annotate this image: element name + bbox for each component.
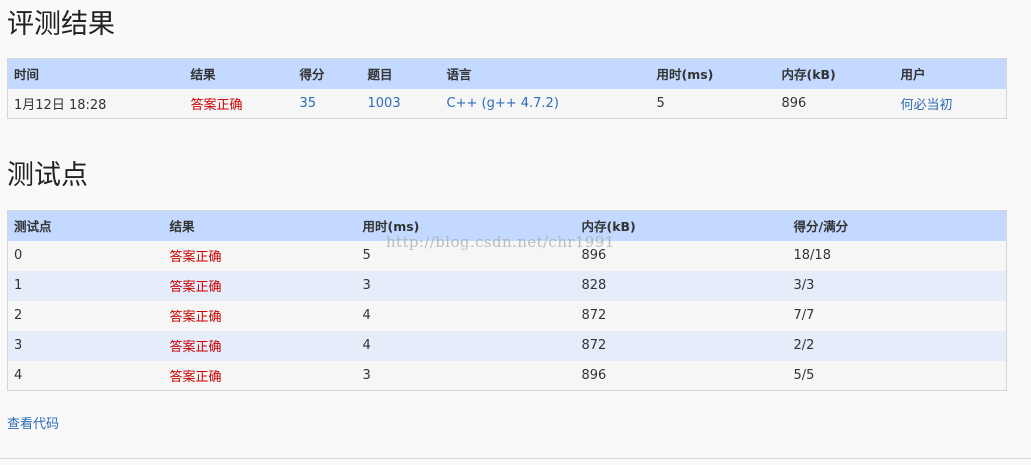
case-score: 18/18 bbox=[787, 240, 1007, 271]
bottom-divider bbox=[0, 458, 1031, 459]
col-header-score: 得分 bbox=[293, 58, 362, 89]
case-time: 3 bbox=[356, 360, 576, 391]
table-row: 4 答案正确 3 896 5/5 bbox=[7, 360, 1007, 391]
case-result: 答案正确 bbox=[163, 270, 357, 301]
case-score: 7/7 bbox=[787, 300, 1007, 331]
case-score: 2/2 bbox=[787, 330, 1007, 361]
table-row: 1 答案正确 3 828 3/3 bbox=[7, 270, 1007, 301]
case-score: 5/5 bbox=[787, 360, 1007, 391]
case-memory: 872 bbox=[575, 330, 788, 361]
case-memory: 872 bbox=[575, 300, 788, 331]
case-memory: 896 bbox=[575, 360, 788, 391]
case-score: 3/3 bbox=[787, 270, 1007, 301]
col-header-case-memory: 内存(kB) bbox=[575, 210, 788, 241]
col-header-case-result: 结果 bbox=[163, 210, 357, 241]
language-link[interactable]: C++ (g++ 4.7.2) bbox=[447, 96, 559, 111]
problem-link[interactable]: 1003 bbox=[368, 96, 401, 111]
case-time: 3 bbox=[356, 270, 576, 301]
col-header-memory: 内存(kB) bbox=[775, 58, 895, 89]
col-header-time: 时间 bbox=[7, 58, 185, 89]
col-header-user: 用户 bbox=[894, 58, 1007, 89]
case-result: 答案正确 bbox=[163, 240, 357, 271]
memory-usage: 896 bbox=[775, 88, 895, 119]
case-id: 0 bbox=[7, 240, 164, 271]
result-row: 1月12日 18:28 答案正确 35 1003 C++ (g++ 4.7.2)… bbox=[7, 88, 1007, 119]
page: 评测结果 时间 结果 得分 题目 语言 用时(ms) 内存(kB) 用户 1月1… bbox=[0, 0, 1031, 465]
table-row: 2 答案正确 4 872 7/7 bbox=[7, 300, 1007, 331]
case-result: 答案正确 bbox=[163, 360, 357, 391]
view-code-link[interactable]: 查看代码 bbox=[7, 413, 59, 432]
case-id: 1 bbox=[7, 270, 164, 301]
case-result: 答案正确 bbox=[163, 330, 357, 361]
score-link[interactable]: 35 bbox=[300, 96, 317, 111]
run-time: 5 bbox=[650, 88, 776, 119]
cases-header-row: 测试点 结果 用时(ms) 内存(kB) 得分/满分 bbox=[7, 210, 1007, 241]
result-table: 时间 结果 得分 题目 语言 用时(ms) 内存(kB) 用户 1月12日 18… bbox=[7, 58, 1007, 119]
case-time: 4 bbox=[356, 330, 576, 361]
case-result: 答案正确 bbox=[163, 300, 357, 331]
col-header-case-time: 用时(ms) bbox=[356, 210, 576, 241]
case-id: 3 bbox=[7, 330, 164, 361]
col-header-language: 语言 bbox=[440, 58, 651, 89]
result-section-title: 评测结果 bbox=[7, 9, 115, 40]
case-id: 2 bbox=[7, 300, 164, 331]
case-time: 4 bbox=[356, 300, 576, 331]
case-memory: 828 bbox=[575, 270, 788, 301]
col-header-result: 结果 bbox=[184, 58, 294, 89]
submit-time: 1月12日 18:28 bbox=[7, 88, 185, 119]
cases-section-title: 测试点 bbox=[7, 160, 88, 191]
col-header-case: 测试点 bbox=[7, 210, 164, 241]
table-row: 0 答案正确 5 896 18/18 bbox=[7, 240, 1007, 271]
col-header-problem: 题目 bbox=[361, 58, 441, 89]
case-time: 5 bbox=[356, 240, 576, 271]
case-id: 4 bbox=[7, 360, 164, 391]
col-header-case-score: 得分/满分 bbox=[787, 210, 1007, 241]
table-row: 3 答案正确 4 872 2/2 bbox=[7, 330, 1007, 361]
result-header-row: 时间 结果 得分 题目 语言 用时(ms) 内存(kB) 用户 bbox=[7, 58, 1007, 89]
user-link[interactable]: 何必当初 bbox=[901, 98, 953, 113]
case-memory: 896 bbox=[575, 240, 788, 271]
test-cases-table: 测试点 结果 用时(ms) 内存(kB) 得分/满分 0 答案正确 5 896 … bbox=[7, 210, 1007, 391]
result-status: 答案正确 bbox=[184, 88, 294, 119]
col-header-time-ms: 用时(ms) bbox=[650, 58, 776, 89]
